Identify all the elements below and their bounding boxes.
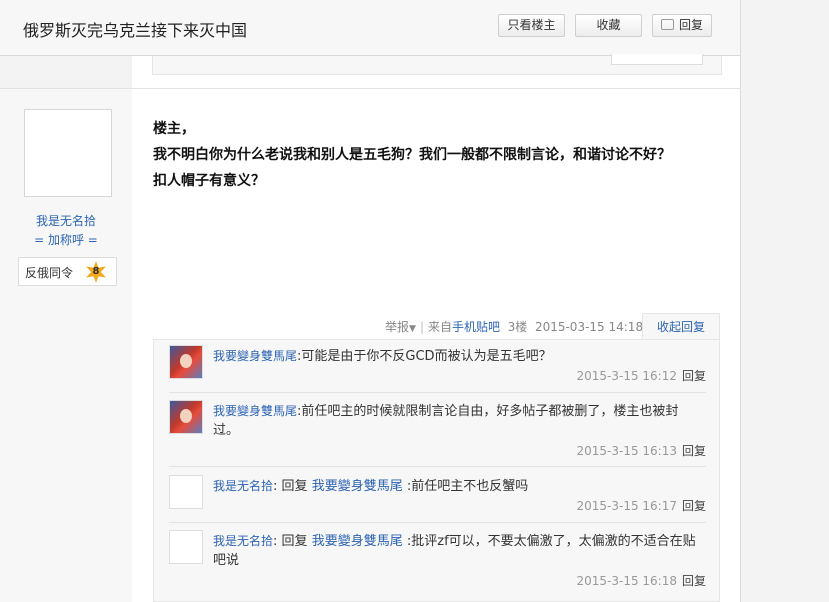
sub-reply-reply-link[interactable]: 回复 <box>682 574 706 588</box>
reply-icon <box>660 19 674 30</box>
sub-reply-reply-link[interactable]: 回复 <box>682 499 706 513</box>
sub-reply-meta: 2015-3-15 16:17 回复 <box>576 497 706 514</box>
author-avatar[interactable] <box>24 109 112 197</box>
post-line: 我不明白你为什么老说我和别人是五毛狗？我们一般都不限制言论，和谐讨论不好？ <box>153 147 671 163</box>
badge-level: 8 <box>92 266 100 277</box>
reply-button-label: 回复 <box>678 18 703 32</box>
tail-separator: | <box>419 320 424 334</box>
sub-reply-item: 我是无名拾: 回复 我要變身雙馬尾 :前任吧主不也反蟹吗 2015-3-15 1… <box>169 475 706 517</box>
reply-button[interactable]: 回复 <box>652 14 712 37</box>
sub-reply-time: 2015-3-15 16:18 <box>576 574 677 588</box>
colon: : <box>273 479 278 494</box>
page-right-border <box>740 0 741 602</box>
previous-floor-tail <box>0 54 740 88</box>
sub-reply-body: 我要變身雙馬尾:前任吧主的时候就限制言论自由，好多帖子都被删了，楼主也被封过。 <box>213 402 703 440</box>
post-tail: 举报▼ | 来自手机贴吧 3楼 2015-03-15 14:18 <box>385 318 643 335</box>
sub-reply-avatar[interactable] <box>169 475 203 509</box>
sub-reply-time: 2015-3-15 16:12 <box>576 369 677 383</box>
sub-reply-target[interactable]: 我要變身雙馬尾 <box>312 479 403 494</box>
sub-reply-item: 我是无名拾: 回复 我要變身雙馬尾 :批评zf可以，不要太偏激了，太偏激的不适合… <box>169 530 706 590</box>
thread-title: 俄罗斯灭完乌克兰接下来灭中国 <box>23 21 248 40</box>
sub-reply-author[interactable]: 我是无名拾 <box>213 534 273 548</box>
floor-number: 3楼 <box>507 320 528 334</box>
sub-reply-text: 可能是由于你不反GCD而被认为是五毛吧？ <box>301 349 552 364</box>
sub-reply-separator <box>169 522 706 523</box>
sub-reply-separator <box>169 466 706 467</box>
from-label: 来自 <box>427 320 452 334</box>
sub-reply-avatar[interactable] <box>169 530 203 564</box>
sub-reply-meta: 2015-3-15 16:13 回复 <box>576 442 706 459</box>
sub-reply-list: 我要變身雙馬尾:可能是由于你不反GCD而被认为是五毛吧？ 2015-3-15 1… <box>153 339 720 602</box>
previous-floor-reply-box <box>152 54 722 75</box>
dropdown-caret-icon: ▼ <box>409 324 416 334</box>
post-content-area: 楼主， 我不明白你为什么老说我和别人是五毛狗？我们一般都不限制言论，和谐讨论不好… <box>132 89 740 602</box>
sub-reply-text: 前任吧主不也反蟹吗 <box>411 479 529 494</box>
post-line: 扣人帽子有意义？ <box>153 173 265 189</box>
post-time: 2015-03-15 14:18 <box>534 320 644 334</box>
author-name[interactable]: 我是无名拾 <box>0 212 132 229</box>
sub-reply-time: 2015-3-15 16:13 <box>576 444 677 458</box>
report-link[interactable]: 举报 <box>385 320 409 334</box>
sub-reply-separator <box>169 392 706 393</box>
sub-reply-reply-link[interactable]: 回复 <box>682 444 706 458</box>
only-op-button[interactable]: 只看楼主 <box>498 14 565 37</box>
sub-reply-author[interactable]: 我是无名拾 <box>213 479 273 493</box>
sub-reply-body: 我要變身雙馬尾:可能是由于你不反GCD而被认为是五毛吧？ <box>213 347 703 366</box>
sub-reply-reply-link[interactable]: 回复 <box>682 369 706 383</box>
author-sidebar: 我是无名拾 = 加称呼 = 反俄同令 8 <box>0 89 132 602</box>
post-line: 楼主， <box>153 121 195 137</box>
sub-reply-author[interactable]: 我要變身雙馬尾 <box>213 349 297 363</box>
colon: : <box>273 534 278 549</box>
thread-header: 俄罗斯灭完乌克兰接下来灭中国 只看楼主 收藏 回复 <box>0 0 740 56</box>
collapse-replies-button[interactable]: 收起回复 <box>642 313 720 340</box>
sub-reply-reply-word: 回复 <box>281 479 308 494</box>
sub-reply-meta: 2015-3-15 16:12 回复 <box>576 367 706 384</box>
sub-reply-time: 2015-3-15 16:17 <box>576 499 677 513</box>
level-star-icon: 8 <box>86 261 106 283</box>
author-title[interactable]: = 加称呼 = <box>0 231 132 248</box>
sub-reply-item: 我要變身雙馬尾:可能是由于你不反GCD而被认为是五毛吧？ 2015-3-15 1… <box>169 345 706 385</box>
sub-reply-author[interactable]: 我要變身雙馬尾 <box>213 404 297 418</box>
sub-reply-target[interactable]: 我要變身雙馬尾 <box>312 534 403 549</box>
favorite-button[interactable]: 收藏 <box>575 14 642 37</box>
sub-reply-avatar[interactable] <box>169 345 203 379</box>
forum-level-badge[interactable]: 反俄同令 8 <box>18 257 117 286</box>
previous-floor-input-stub <box>611 54 703 65</box>
badge-name: 反俄同令 <box>25 266 74 280</box>
client-link[interactable]: 手机贴吧 <box>452 320 500 334</box>
sub-reply-avatar[interactable] <box>169 400 203 434</box>
post-floor: 我是无名拾 = 加称呼 = 反俄同令 8 楼主， 我不明白你为什么老说我和别人是… <box>0 89 740 602</box>
sub-reply-item: 我要變身雙馬尾:前任吧主的时候就限制言论自由，好多帖子都被删了，楼主也被封过。 … <box>169 400 706 460</box>
sub-reply-body: 我是无名拾: 回复 我要變身雙馬尾 :批评zf可以，不要太偏激了，太偏激的不适合… <box>213 532 703 570</box>
sub-reply-reply-word: 回复 <box>281 534 308 549</box>
post-content: 楼主， 我不明白你为什么老说我和别人是五毛狗？我们一般都不限制言论，和谐讨论不好… <box>153 116 723 194</box>
sub-reply-body: 我是无名拾: 回复 我要變身雙馬尾 :前任吧主不也反蟹吗 <box>213 477 703 496</box>
sub-reply-meta: 2015-3-15 16:18 回复 <box>576 572 706 589</box>
